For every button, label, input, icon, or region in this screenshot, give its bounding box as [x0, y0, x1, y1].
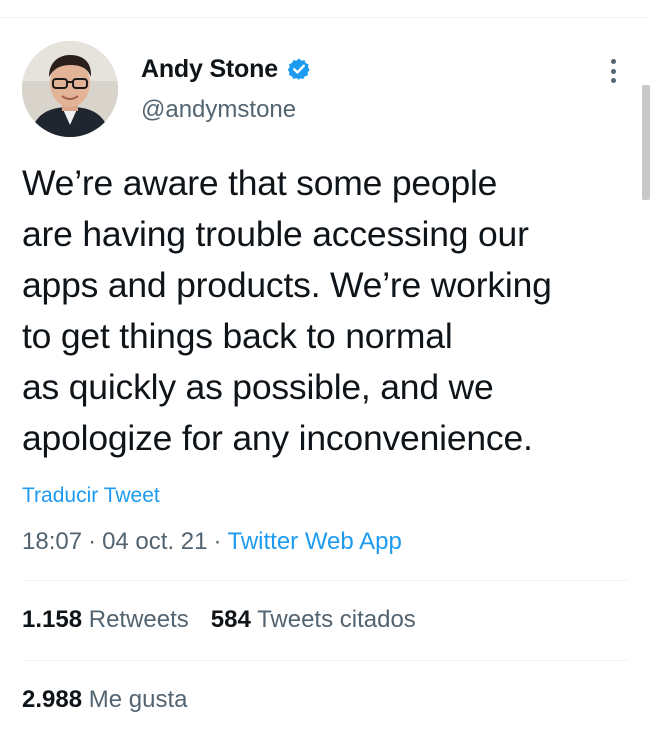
tweet-date[interactable]: 04 oct. 21 [102, 528, 207, 555]
top-divider [0, 17, 650, 18]
tweet-text: We’re aware that some people are having … [22, 163, 552, 458]
verified-badge-icon [287, 57, 311, 81]
retweets-stat[interactable]: 1.158 Retweets [22, 606, 189, 633]
tweet-metadata: 18:07 · 04 oct. 21 · Twitter Web App [22, 528, 402, 556]
author-handle[interactable]: @andymstone [141, 96, 296, 124]
profile-photo-icon [22, 41, 118, 137]
tweet-source-link[interactable]: Twitter Web App [227, 528, 401, 555]
author-display-name[interactable]: Andy Stone [141, 55, 278, 84]
retweets-label: Retweets [88, 606, 189, 633]
more-options-icon[interactable] [603, 55, 623, 87]
quotes-stat[interactable]: 584 Tweets citados [211, 606, 416, 633]
engagement-stats: 1.158 Retweets 584 Tweets citados [22, 606, 416, 634]
author-name-row[interactable]: Andy Stone [141, 53, 311, 85]
scrollbar[interactable] [642, 85, 650, 200]
translate-tweet-link[interactable]: Traducir Tweet [22, 484, 160, 508]
likes-label: Me gusta [88, 686, 188, 713]
quotes-label: Tweets citados [257, 606, 416, 633]
likes-count: 2.988 [22, 686, 83, 713]
meta-separator: · [88, 528, 97, 555]
stats-divider [22, 580, 629, 581]
stats-divider [22, 660, 629, 661]
avatar[interactable] [22, 41, 118, 137]
likes-stat[interactable]: 2.988 Me gusta [22, 686, 187, 714]
tweet-time[interactable]: 18:07 [22, 528, 82, 555]
meta-separator: · [213, 528, 222, 555]
quotes-count: 584 [210, 606, 251, 633]
retweets-count: 1.158 [22, 606, 83, 633]
